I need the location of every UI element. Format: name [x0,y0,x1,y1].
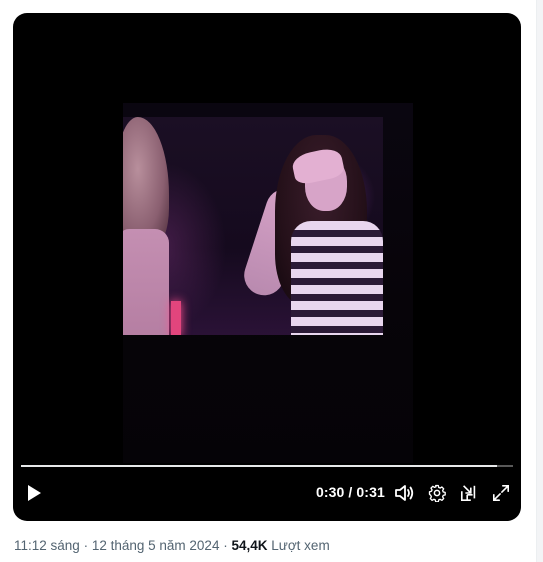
time-display: 0:30 / 0:31 [316,484,385,500]
video-still [123,117,383,335]
separator-dot: · [223,538,228,553]
gear-icon [428,484,446,502]
video-frame [123,103,413,463]
current-time: 0:30 [316,484,345,500]
picture-in-picture-button[interactable] [458,479,480,507]
performer-left-body [123,229,169,335]
progress-bar[interactable] [21,465,513,467]
volume-icon [394,484,414,502]
play-icon [26,484,42,502]
picture-in-picture-icon [460,484,478,502]
play-button[interactable] [23,479,45,507]
performer-right-top [291,221,383,335]
fullscreen-icon [492,484,510,502]
volume-button[interactable] [393,479,415,507]
player-controls: 0:30 / 0:31 [13,463,521,521]
page-scrollbar[interactable] [536,0,543,562]
progress-fill [21,465,498,467]
settings-button[interactable] [426,479,448,507]
tweet-date-link[interactable]: 12 tháng 5 năm 2024 [92,538,220,553]
view-count: 54,4K [231,538,268,553]
separator-dot: · [83,538,89,553]
views-label: Lượt xem [271,538,330,553]
duration: 0:31 [356,484,385,500]
performer-left [123,117,169,247]
tweet-metadata: 11:12 sáng · 12 tháng 5 năm 2024 · 54,4K… [14,538,330,553]
stage-light [171,301,181,335]
time-separator: / [348,484,353,500]
video-player[interactable]: 0:30 / 0:31 [13,13,521,521]
tweet-time-link[interactable]: 11:12 sáng [14,538,80,553]
fullscreen-button[interactable] [490,479,512,507]
